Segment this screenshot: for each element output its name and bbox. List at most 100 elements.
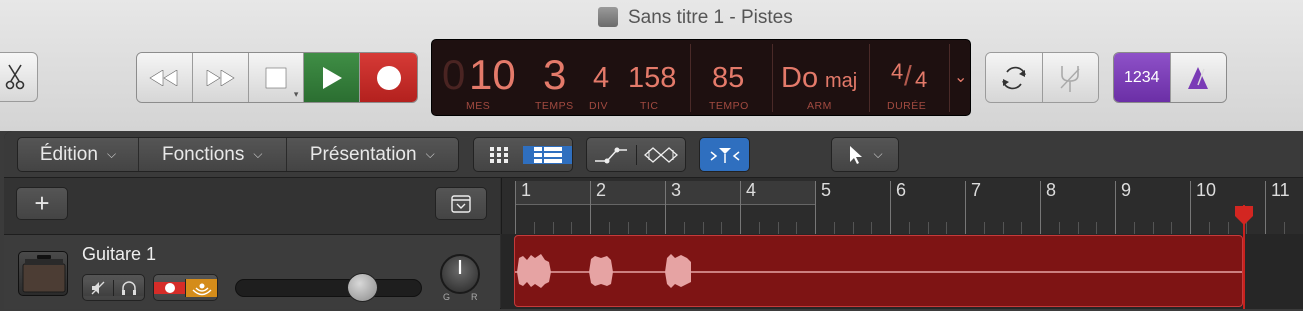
lcd-div-label: DIV — [589, 100, 609, 112]
ruler-beat-tick — [908, 222, 910, 234]
transport-controls: ▾ — [136, 52, 418, 103]
global-tracks-button[interactable] — [435, 187, 487, 220]
tracks-view-button[interactable] — [523, 145, 572, 164]
pan-right-label: R — [471, 292, 478, 302]
lcd-tick: 158 — [628, 62, 677, 94]
pointer-icon — [850, 145, 863, 164]
pan-left-label: G — [443, 292, 451, 302]
ruler-bar-number: 2 — [596, 180, 607, 200]
ruler-beat-tick — [1133, 222, 1135, 234]
chevron-down-icon: ⌵ — [873, 147, 883, 161]
automation-flex-group — [586, 137, 686, 172]
pointer-tool-menu[interactable]: ⌵ — [831, 137, 899, 172]
ruler-bar-tick — [1190, 181, 1191, 234]
record-button[interactable] — [360, 53, 417, 102]
ruler-bar-number: 4 — [746, 180, 757, 200]
flex-button[interactable] — [635, 144, 686, 165]
ruler-beat-tick — [1208, 222, 1210, 234]
fast-forward-icon — [206, 69, 235, 86]
ruler-beat-tick — [1021, 222, 1023, 234]
scissors-button[interactable] — [0, 52, 38, 102]
lcd-tick-label: TIC — [640, 100, 659, 112]
pan-knob[interactable] — [440, 254, 480, 294]
lcd-menu-chevron-icon[interactable]: ⌄ — [954, 67, 967, 87]
grid-view-button[interactable] — [474, 146, 523, 164]
lcd-divider — [949, 44, 950, 112]
cycle-icon — [1001, 66, 1026, 89]
lcd-bar-label: MES — [466, 100, 491, 112]
chevron-down-icon: ⌵ — [253, 147, 263, 161]
catch-playhead-button[interactable] — [699, 137, 750, 172]
ruler-beat-tick — [1058, 222, 1060, 234]
ruler-bar-tick — [1115, 181, 1116, 234]
record-dot-icon — [164, 282, 175, 293]
menu-view[interactable]: Présentation ⌵ — [285, 138, 458, 171]
tracks-list-icon — [533, 146, 562, 163]
menu-functions[interactable]: Fonctions ⌵ — [137, 138, 286, 171]
ruler-bar-number: 9 — [1121, 180, 1132, 200]
countin-metronome-group: 1234 — [1113, 52, 1227, 103]
ruler-bar-number: 5 — [821, 180, 832, 200]
ruler-beat-tick — [1283, 222, 1285, 234]
input-monitor-icon — [192, 283, 211, 295]
record-monitor-group — [153, 274, 218, 301]
add-track-button[interactable]: + — [16, 187, 68, 220]
count-in-button[interactable]: 1234 — [1114, 53, 1170, 102]
lcd-key-mode: maj — [825, 70, 858, 92]
menu-functions-label: Fonctions — [161, 143, 245, 165]
tuner-button[interactable] — [1041, 53, 1098, 102]
speaker-mute-icon — [91, 281, 105, 294]
input-monitoring-button[interactable] — [185, 278, 217, 297]
lcd-sig-slash: / — [904, 60, 912, 91]
ruler-bar-number: 1 — [521, 180, 532, 200]
lcd-divider — [690, 44, 691, 112]
ruler-beat-tick — [1227, 222, 1229, 234]
ruler-beat-tick — [608, 222, 610, 234]
tuner-icon — [1060, 65, 1080, 92]
play-button[interactable] — [304, 53, 361, 102]
ruler-bar-number: 3 — [671, 180, 682, 200]
plus-icon: + — [34, 188, 50, 218]
fast-forward-button[interactable] — [192, 53, 249, 102]
record-enable-button[interactable] — [154, 281, 185, 294]
track-name[interactable]: Guitare 1 — [82, 244, 156, 265]
stop-button[interactable]: ▾ — [248, 53, 305, 102]
metronome-button[interactable] — [1169, 53, 1226, 102]
window-title: Sans titre 1 - Pistes — [628, 7, 793, 28]
ruler-bar-number: 10 — [1196, 180, 1217, 200]
automation-button[interactable] — [587, 146, 636, 164]
ruler-beat-tick — [646, 222, 648, 234]
mute-button[interactable] — [83, 279, 113, 296]
ruler-bar-tick — [515, 181, 516, 234]
mute-solo-group — [82, 274, 145, 301]
ruler-beat-tick — [833, 222, 835, 234]
lcd-sig-den: 4 — [915, 67, 928, 92]
track-header[interactable] — [4, 234, 500, 309]
playhead-handle[interactable] — [1234, 205, 1254, 226]
ruler-bar-number: 7 — [971, 180, 982, 200]
rewind-button[interactable] — [137, 53, 193, 102]
scissors-icon — [5, 64, 25, 90]
pan-indicator-icon — [458, 260, 462, 274]
automation-icon — [595, 147, 628, 163]
ruler-beat-tick — [796, 222, 798, 234]
menu-edit[interactable]: Édition ⌵ — [18, 138, 138, 171]
menu-edit-label: Édition — [39, 143, 98, 165]
lcd-bar: 10 — [469, 51, 516, 98]
ruler-beat-tick — [571, 222, 573, 234]
ruler-beat-tick — [852, 222, 854, 234]
lcd-display[interactable]: 0 10 3 4 158 MES TEMPS DIV TIC 85 TEMPO … — [431, 39, 971, 116]
ruler-beat-tick — [1002, 222, 1004, 234]
audio-region[interactable] — [514, 235, 1243, 307]
ruler-beat-tick — [1152, 222, 1154, 234]
rewind-icon — [149, 69, 178, 86]
solo-button[interactable] — [113, 279, 144, 296]
local-menus: Édition ⌵ Fonctions ⌵ Présentation ⌵ — [17, 137, 459, 172]
volume-slider[interactable] — [235, 279, 422, 297]
view-toggle-group — [473, 137, 573, 172]
guitar-amp-icon — [18, 251, 68, 296]
waveform — [515, 254, 1242, 288]
ruler-beat-tick — [533, 222, 535, 234]
cycle-button[interactable] — [986, 53, 1042, 102]
ruler-beat-tick — [871, 222, 873, 234]
